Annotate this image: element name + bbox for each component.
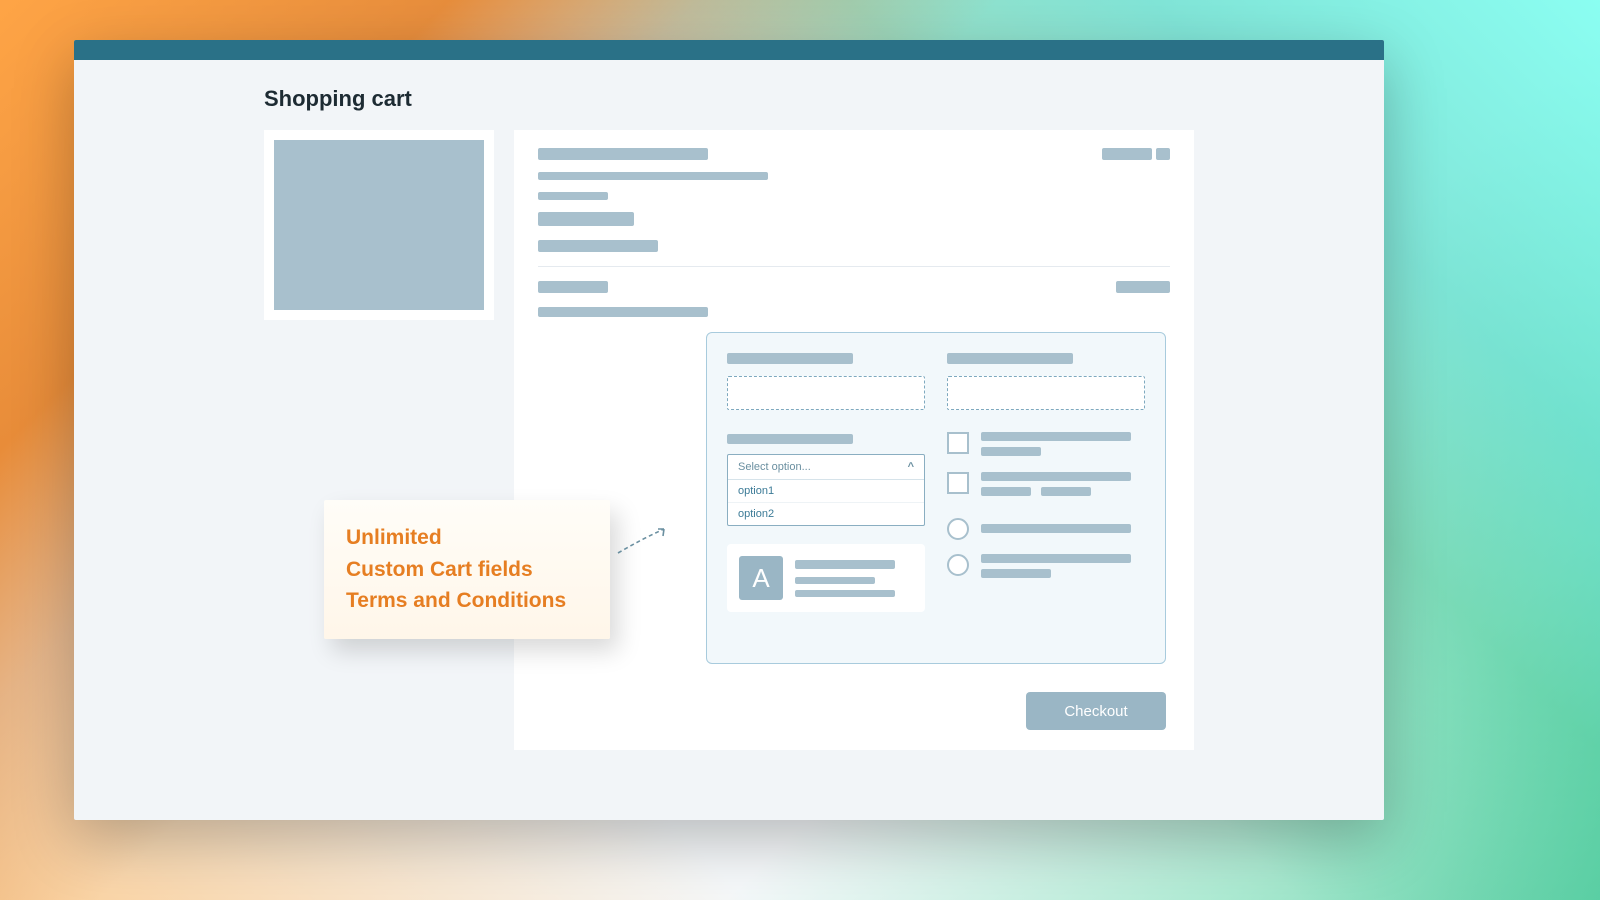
radio-option-1[interactable] xyxy=(947,518,1145,540)
callout-line-1: Unlimited xyxy=(346,522,588,554)
placeholder-text xyxy=(538,307,708,317)
field-label-placeholder xyxy=(727,353,853,364)
upload-card[interactable]: A xyxy=(727,544,925,612)
select-header[interactable]: Select option... ^ xyxy=(728,455,924,480)
checkbox-icon[interactable] xyxy=(947,472,969,494)
field-label-placeholder xyxy=(727,434,853,444)
product-thumbnail-card xyxy=(264,130,494,320)
text-input-1[interactable] xyxy=(727,376,925,410)
radio-option-2[interactable] xyxy=(947,554,1145,578)
cart-row: Select option... ^ option1 option2 A xyxy=(264,130,1194,750)
product-thumbnail xyxy=(274,140,484,310)
callout-line-2: Custom Cart fields xyxy=(346,554,588,586)
divider xyxy=(538,266,1170,267)
detail-line-1 xyxy=(538,148,1170,160)
placeholder-text xyxy=(538,240,658,252)
placeholder-text xyxy=(795,560,895,569)
placeholder-text xyxy=(1116,281,1170,293)
radio-icon[interactable] xyxy=(947,518,969,540)
checkout-button[interactable]: Checkout xyxy=(1026,692,1166,730)
placeholder-text xyxy=(538,148,708,160)
placeholder-text xyxy=(538,172,768,180)
select-option-1[interactable]: option1 xyxy=(728,480,924,502)
top-bar xyxy=(74,40,1384,60)
custom-fields-panel: Select option... ^ option1 option2 A xyxy=(706,332,1166,664)
feature-callout: Unlimited Custom Cart fields Terms and C… xyxy=(324,500,610,639)
page-content: Shopping cart xyxy=(74,60,1384,750)
placeholder-text xyxy=(795,590,895,597)
checkbox-option-2[interactable] xyxy=(947,472,1145,496)
chevron-up-icon: ^ xyxy=(908,461,914,473)
upload-icon: A xyxy=(739,556,783,600)
price-placeholder xyxy=(1102,148,1170,160)
page-title: Shopping cart xyxy=(264,86,1194,112)
radio-icon[interactable] xyxy=(947,554,969,576)
arrow-icon xyxy=(614,523,674,557)
select-dropdown[interactable]: Select option... ^ option1 option2 xyxy=(727,454,925,526)
placeholder-text xyxy=(538,212,634,226)
select-placeholder: Select option... xyxy=(738,461,811,473)
placeholder-text xyxy=(538,281,608,293)
app-window: Shopping cart xyxy=(74,40,1384,820)
select-option-2[interactable]: option2 xyxy=(728,502,924,525)
checkbox-icon[interactable] xyxy=(947,432,969,454)
product-details-card: Select option... ^ option1 option2 A xyxy=(514,130,1194,750)
callout-line-3: Terms and Conditions xyxy=(346,585,588,617)
field-label-placeholder xyxy=(947,353,1073,364)
checkbox-option-1[interactable] xyxy=(947,432,1145,456)
placeholder-text xyxy=(795,577,875,584)
text-input-2[interactable] xyxy=(947,376,1145,410)
placeholder-text xyxy=(538,192,608,200)
subtotal-row xyxy=(538,281,1170,293)
